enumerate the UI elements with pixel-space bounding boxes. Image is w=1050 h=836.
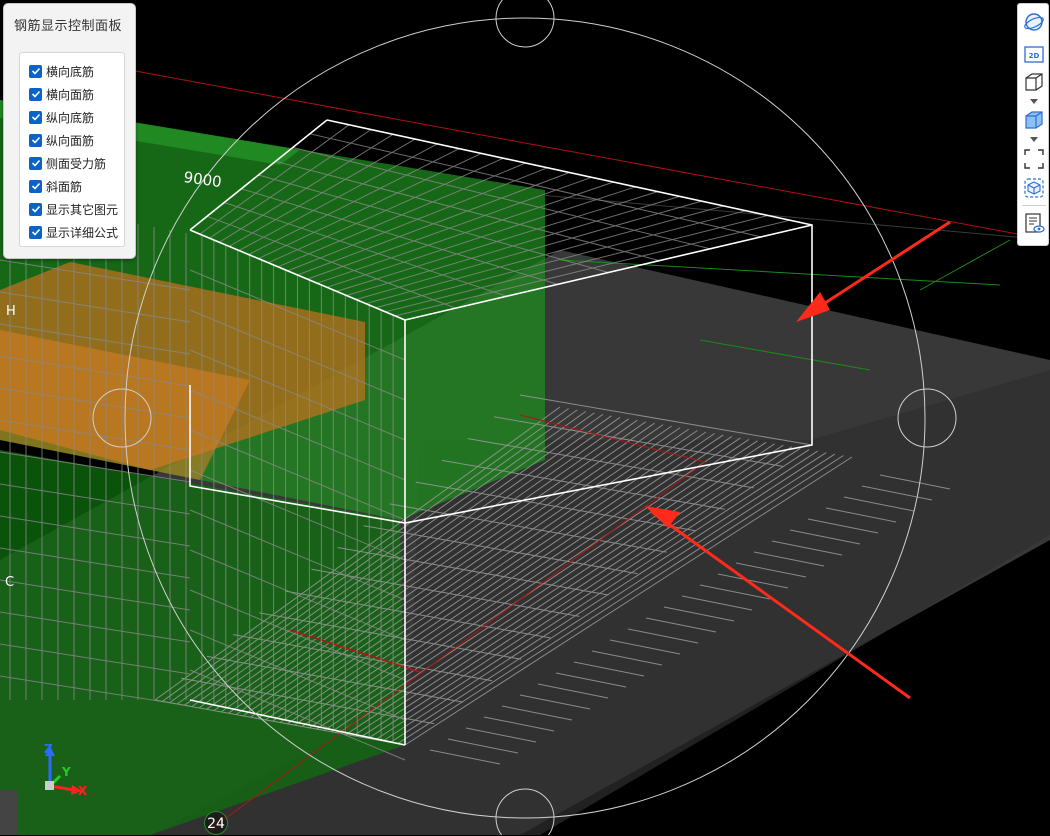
2d-view-text: 2D xyxy=(1029,52,1040,60)
wire-view-button[interactable] xyxy=(1022,70,1046,94)
wire-view-dropdown[interactable] xyxy=(1027,97,1041,105)
caret-down-icon xyxy=(1030,136,1038,142)
zoom-extents-icon xyxy=(1024,149,1044,169)
solid-cube-icon xyxy=(1025,111,1043,129)
isolate-button[interactable] xyxy=(1022,176,1046,200)
option-side-bars[interactable]: 侧面受力筋 xyxy=(29,154,106,172)
display-settings-button[interactable] xyxy=(1022,211,1046,235)
option-show-formula[interactable]: 显示详细公式 xyxy=(29,223,118,241)
checkbox-checked-icon[interactable] xyxy=(29,64,42,78)
checkbox-checked-icon[interactable] xyxy=(29,156,42,170)
solid-view-dropdown[interactable] xyxy=(1027,135,1041,143)
caret-down-icon xyxy=(1030,98,1038,104)
axis-z-label: Z xyxy=(44,742,53,756)
option-label: 侧面受力筋 xyxy=(46,156,107,171)
option-label: 纵向面筋 xyxy=(46,133,95,148)
toolbar-divider xyxy=(1022,205,1046,206)
isolate-icon xyxy=(1024,178,1044,198)
option-label: 显示其它图元 xyxy=(46,202,119,217)
orbit-icon xyxy=(1024,13,1044,31)
zoom-extents-button[interactable] xyxy=(1022,147,1046,171)
option-longitudinal-top[interactable]: 纵向面筋 xyxy=(29,131,94,149)
grid-label-c: C xyxy=(5,575,15,590)
left-column xyxy=(0,790,18,835)
2d-view-icon: 2D xyxy=(1024,46,1044,63)
checkbox-checked-icon[interactable] xyxy=(29,133,42,147)
options-list: 横向底筋 横向面筋 纵向底筋 纵向面筋 侧面受力筋 斜面筋 显示其它图元 显示详… xyxy=(19,52,125,247)
option-label: 纵向底筋 xyxy=(46,110,95,125)
axis-origin xyxy=(45,781,54,790)
solid-view-button[interactable] xyxy=(1022,108,1046,132)
2d-view-button[interactable]: 2D xyxy=(1022,42,1046,66)
option-show-other-elements[interactable]: 显示其它图元 xyxy=(29,200,118,218)
checkbox-checked-icon[interactable] xyxy=(29,87,42,101)
3d-viewport[interactable] xyxy=(0,0,1050,835)
option-label: 斜面筋 xyxy=(46,179,83,194)
axis-y-label: Y xyxy=(62,765,71,779)
checkbox-checked-icon[interactable] xyxy=(29,225,42,239)
annotation-arrow-top xyxy=(796,220,951,322)
option-label: 横向底筋 xyxy=(46,64,95,79)
option-transverse-top[interactable]: 横向面筋 xyxy=(29,85,94,103)
checkbox-checked-icon[interactable] xyxy=(29,202,42,216)
checkbox-checked-icon[interactable] xyxy=(29,179,42,193)
option-label: 横向面筋 xyxy=(46,87,95,102)
cube-view-icon xyxy=(1025,73,1043,91)
option-transverse-bottom[interactable]: 横向底筋 xyxy=(29,62,94,80)
grid-label-h: H xyxy=(6,304,16,319)
grid-bubble[interactable]: 24 xyxy=(204,811,228,835)
view-toolbar: 2D xyxy=(1017,3,1049,246)
checkbox-checked-icon[interactable] xyxy=(29,110,42,124)
rebar-display-panel: 钢筋显示控制面板 横向底筋 横向面筋 纵向底筋 纵向面筋 侧面受力筋 斜面筋 显… xyxy=(3,3,136,259)
axis-gizmo: Z Y X xyxy=(38,740,98,800)
option-label: 显示详细公式 xyxy=(46,225,119,240)
option-longitudinal-bottom[interactable]: 纵向底筋 xyxy=(29,108,94,126)
display-settings-icon xyxy=(1025,213,1045,233)
orbit-button[interactable] xyxy=(1022,10,1046,34)
option-slope-bars[interactable]: 斜面筋 xyxy=(29,177,82,195)
axis-x-label: X xyxy=(78,784,88,798)
panel-title: 钢筋显示控制面板 xyxy=(14,19,123,34)
